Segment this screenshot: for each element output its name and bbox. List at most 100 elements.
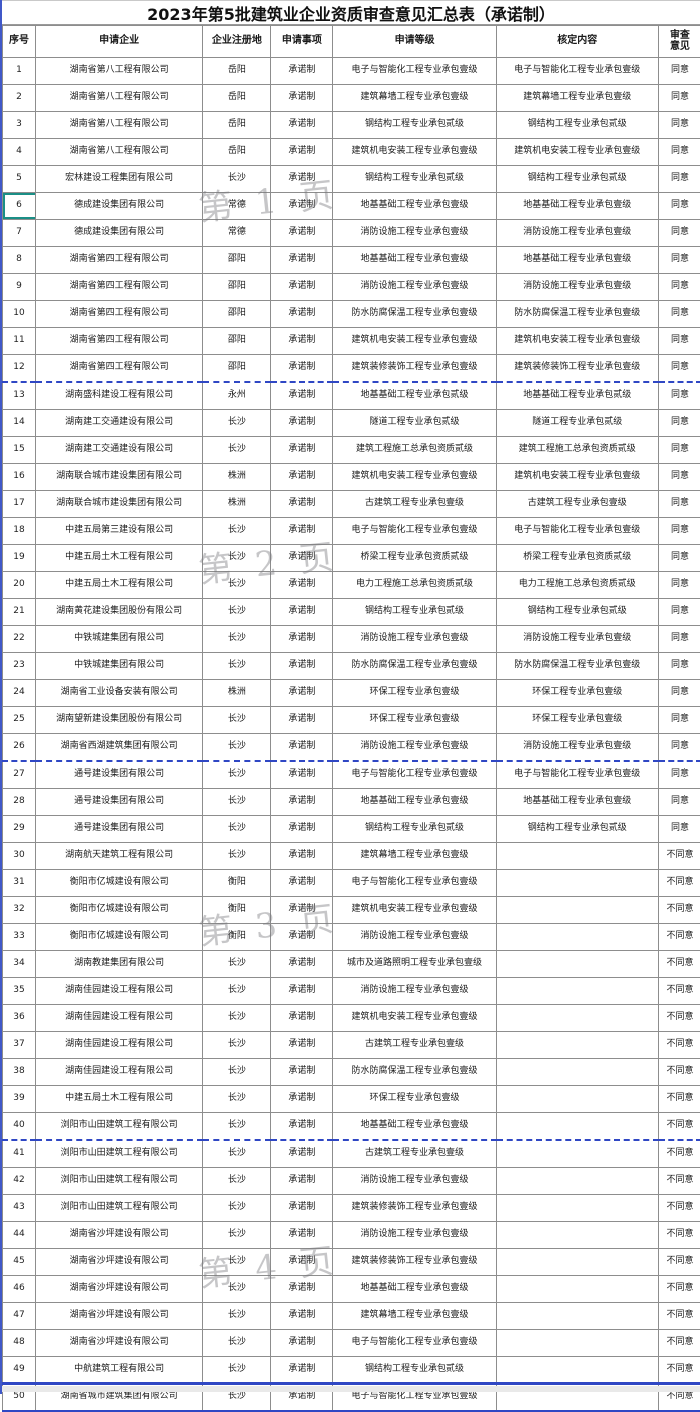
cell-level[interactable]: 消防设施工程专业承包壹级 xyxy=(333,626,496,653)
cell-region[interactable]: 邵阳 xyxy=(203,301,271,328)
cell-opinion[interactable]: 不同意 xyxy=(658,978,700,1005)
cell-opinion[interactable]: 同意 xyxy=(658,653,700,680)
cell-index[interactable]: 20 xyxy=(3,572,36,599)
table-row[interactable]: 39中建五局土木工程有限公司长沙承诺制环保工程专业承包壹级不同意 xyxy=(3,1086,700,1113)
cell-item[interactable]: 承诺制 xyxy=(271,843,333,870)
cell-index[interactable]: 16 xyxy=(3,464,36,491)
table-row[interactable]: 33衡阳市亿城建设有限公司衡阳承诺制消防设施工程专业承包壹级不同意 xyxy=(3,924,700,951)
cell-opinion[interactable]: 不同意 xyxy=(658,870,700,897)
cell-region[interactable]: 长沙 xyxy=(203,1330,271,1357)
cell-enterprise[interactable]: 湖南省西湖建筑集团有限公司 xyxy=(36,734,203,762)
cell-level[interactable]: 防水防腐保温工程专业承包壹级 xyxy=(333,301,496,328)
col-header-approved[interactable]: 核定内容 xyxy=(496,26,658,58)
cell-item[interactable]: 承诺制 xyxy=(271,816,333,843)
cell-enterprise[interactable]: 衡阳市亿城建设有限公司 xyxy=(36,870,203,897)
table-row[interactable]: 32衡阳市亿城建设有限公司衡阳承诺制建筑机电安装工程专业承包壹级不同意 xyxy=(3,897,700,924)
cell-index[interactable]: 6 xyxy=(3,193,36,220)
cell-region[interactable]: 长沙 xyxy=(203,545,271,572)
cell-item[interactable]: 承诺制 xyxy=(271,978,333,1005)
cell-enterprise[interactable]: 中建五局第三建设有限公司 xyxy=(36,518,203,545)
cell-level[interactable]: 防水防腐保温工程专业承包壹级 xyxy=(333,653,496,680)
cell-item[interactable]: 承诺制 xyxy=(271,1195,333,1222)
cell-level[interactable]: 桥梁工程专业承包资质贰级 xyxy=(333,545,496,572)
cell-approved[interactable]: 消防设施工程专业承包壹级 xyxy=(496,734,658,762)
cell-enterprise[interactable]: 湖南佳园建设工程有限公司 xyxy=(36,1005,203,1032)
table-row[interactable]: 9湖南省第四工程有限公司邵阳承诺制消防设施工程专业承包壹级消防设施工程专业承包壹… xyxy=(3,274,700,301)
cell-level[interactable]: 消防设施工程专业承包壹级 xyxy=(333,734,496,762)
cell-approved[interactable] xyxy=(496,1222,658,1249)
cell-opinion[interactable]: 同意 xyxy=(658,680,700,707)
cell-enterprise[interactable]: 湖南盛科建设工程有限公司 xyxy=(36,382,203,410)
cell-index[interactable]: 47 xyxy=(3,1303,36,1330)
cell-item[interactable]: 承诺制 xyxy=(271,464,333,491)
table-row[interactable]: 40浏阳市山田建筑工程有限公司长沙承诺制地基基础工程专业承包壹级不同意 xyxy=(3,1113,700,1141)
cell-item[interactable]: 承诺制 xyxy=(271,653,333,680)
cell-index[interactable]: 8 xyxy=(3,247,36,274)
cell-region[interactable]: 长沙 xyxy=(203,518,271,545)
cell-enterprise[interactable]: 湖南省沙坪建设有限公司 xyxy=(36,1276,203,1303)
cell-approved[interactable] xyxy=(496,897,658,924)
cell-region[interactable]: 长沙 xyxy=(203,734,271,762)
cell-region[interactable]: 长沙 xyxy=(203,951,271,978)
cell-item[interactable]: 承诺制 xyxy=(271,951,333,978)
cell-level[interactable]: 地基基础工程专业承包壹级 xyxy=(333,1113,496,1141)
cell-approved[interactable] xyxy=(496,1140,658,1168)
col-header-level[interactable]: 申请等级 xyxy=(333,26,496,58)
col-header-item[interactable]: 申请事项 xyxy=(271,26,333,58)
table-row[interactable]: 25湖南望新建设集团股份有限公司长沙承诺制环保工程专业承包壹级环保工程专业承包壹… xyxy=(3,707,700,734)
cell-region[interactable]: 长沙 xyxy=(203,166,271,193)
cell-approved[interactable] xyxy=(496,1357,658,1384)
cell-opinion[interactable]: 不同意 xyxy=(658,1249,700,1276)
table-row[interactable]: 2湖南省第八工程有限公司岳阳承诺制建筑幕墙工程专业承包壹级建筑幕墙工程专业承包壹… xyxy=(3,85,700,112)
cell-approved[interactable]: 隧道工程专业承包贰级 xyxy=(496,410,658,437)
cell-level[interactable]: 钢结构工程专业承包贰级 xyxy=(333,816,496,843)
cell-region[interactable]: 长沙 xyxy=(203,1005,271,1032)
table-row[interactable]: 15湖南建工交通建设有限公司长沙承诺制建筑工程施工总承包资质贰级建筑工程施工总承… xyxy=(3,437,700,464)
cell-region[interactable]: 长沙 xyxy=(203,572,271,599)
cell-approved[interactable] xyxy=(496,1168,658,1195)
table-row[interactable]: 22中铁城建集团有限公司长沙承诺制消防设施工程专业承包壹级消防设施工程专业承包壹… xyxy=(3,626,700,653)
cell-enterprise[interactable]: 湖南黄花建设集团股份有限公司 xyxy=(36,599,203,626)
cell-enterprise[interactable]: 浏阳市山田建筑工程有限公司 xyxy=(36,1140,203,1168)
cell-region[interactable]: 长沙 xyxy=(203,1276,271,1303)
cell-region[interactable]: 长沙 xyxy=(203,789,271,816)
table-row[interactable]: 29通号建设集团有限公司长沙承诺制钢结构工程专业承包贰级钢结构工程专业承包贰级同… xyxy=(3,816,700,843)
cell-item[interactable]: 承诺制 xyxy=(271,1357,333,1384)
table-row[interactable]: 6德成建设集团有限公司常德承诺制地基基础工程专业承包壹级地基基础工程专业承包壹级… xyxy=(3,193,700,220)
cell-index[interactable]: 29 xyxy=(3,816,36,843)
cell-region[interactable]: 长沙 xyxy=(203,1086,271,1113)
cell-approved[interactable] xyxy=(496,1086,658,1113)
table-row[interactable]: 48湖南省沙坪建设有限公司长沙承诺制电子与智能化工程专业承包壹级不同意 xyxy=(3,1330,700,1357)
cell-enterprise[interactable]: 通号建设集团有限公司 xyxy=(36,761,203,789)
cell-index[interactable]: 12 xyxy=(3,355,36,383)
cell-level[interactable]: 建筑机电安装工程专业承包壹级 xyxy=(333,328,496,355)
cell-enterprise[interactable]: 湖南省第四工程有限公司 xyxy=(36,328,203,355)
cell-index[interactable]: 2 xyxy=(3,85,36,112)
cell-level[interactable]: 环保工程专业承包壹级 xyxy=(333,707,496,734)
cell-approved[interactable]: 环保工程专业承包壹级 xyxy=(496,680,658,707)
cell-region[interactable]: 长沙 xyxy=(203,1032,271,1059)
cell-approved[interactable]: 防水防腐保温工程专业承包壹级 xyxy=(496,301,658,328)
cell-enterprise[interactable]: 湖南省第八工程有限公司 xyxy=(36,85,203,112)
cell-region[interactable]: 长沙 xyxy=(203,1113,271,1141)
cell-opinion[interactable]: 不同意 xyxy=(658,1303,700,1330)
cell-index[interactable]: 38 xyxy=(3,1059,36,1086)
cell-opinion[interactable]: 同意 xyxy=(658,328,700,355)
cell-item[interactable]: 承诺制 xyxy=(271,680,333,707)
cell-item[interactable]: 承诺制 xyxy=(271,870,333,897)
cell-region[interactable]: 岳阳 xyxy=(203,112,271,139)
cell-approved[interactable] xyxy=(496,1330,658,1357)
cell-opinion[interactable]: 同意 xyxy=(658,112,700,139)
cell-level[interactable]: 建筑机电安装工程专业承包壹级 xyxy=(333,464,496,491)
cell-level[interactable]: 消防设施工程专业承包壹级 xyxy=(333,274,496,301)
cell-region[interactable]: 长沙 xyxy=(203,1303,271,1330)
cell-level[interactable]: 消防设施工程专业承包壹级 xyxy=(333,924,496,951)
cell-level[interactable]: 地基基础工程专业承包壹级 xyxy=(333,193,496,220)
cell-item[interactable]: 承诺制 xyxy=(271,518,333,545)
cell-region[interactable]: 长沙 xyxy=(203,437,271,464)
cell-level[interactable]: 地基基础工程专业承包贰级 xyxy=(333,382,496,410)
cell-enterprise[interactable]: 衡阳市亿城建设有限公司 xyxy=(36,897,203,924)
cell-level[interactable]: 建筑机电安装工程专业承包壹级 xyxy=(333,139,496,166)
cell-opinion[interactable]: 不同意 xyxy=(658,1222,700,1249)
cell-approved[interactable] xyxy=(496,1113,658,1141)
